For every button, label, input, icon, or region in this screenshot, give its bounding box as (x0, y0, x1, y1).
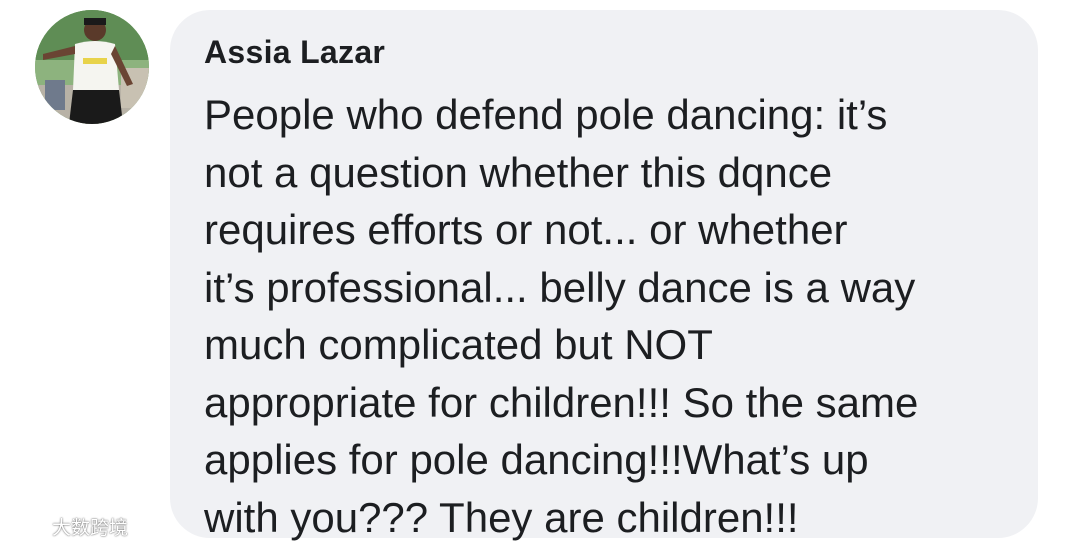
comment-line: requires efforts or not... or whether (204, 206, 848, 253)
watermark-text: 大数跨境 (52, 518, 129, 539)
comment-line: much complicated but NOT (204, 321, 713, 368)
comment-line: not a question whether this dqnce (204, 148, 833, 196)
comment-bubble: Assia Lazar People who defend pole danci… (170, 10, 1038, 541)
comment-line: with you??? They are children!!! (204, 493, 799, 541)
comment-line: People who defend pole dancing: it’s (204, 91, 888, 138)
comment-line: it’s professional... belly dance is a wa… (204, 263, 916, 311)
watermark: 大数跨境 (8, 513, 128, 540)
comment-text: People who defend pole dancing: it’s not… (204, 86, 1024, 546)
weibo-logo-icon (10, 517, 47, 533)
avatar[interactable] (35, 10, 149, 124)
comment-line: appropriate for children!!! So the same (204, 378, 919, 426)
author-name[interactable]: Assia Lazar (204, 34, 385, 71)
comment-line: applies for pole dancing!!!What’s up (204, 436, 869, 483)
avatar-photo (35, 10, 149, 124)
